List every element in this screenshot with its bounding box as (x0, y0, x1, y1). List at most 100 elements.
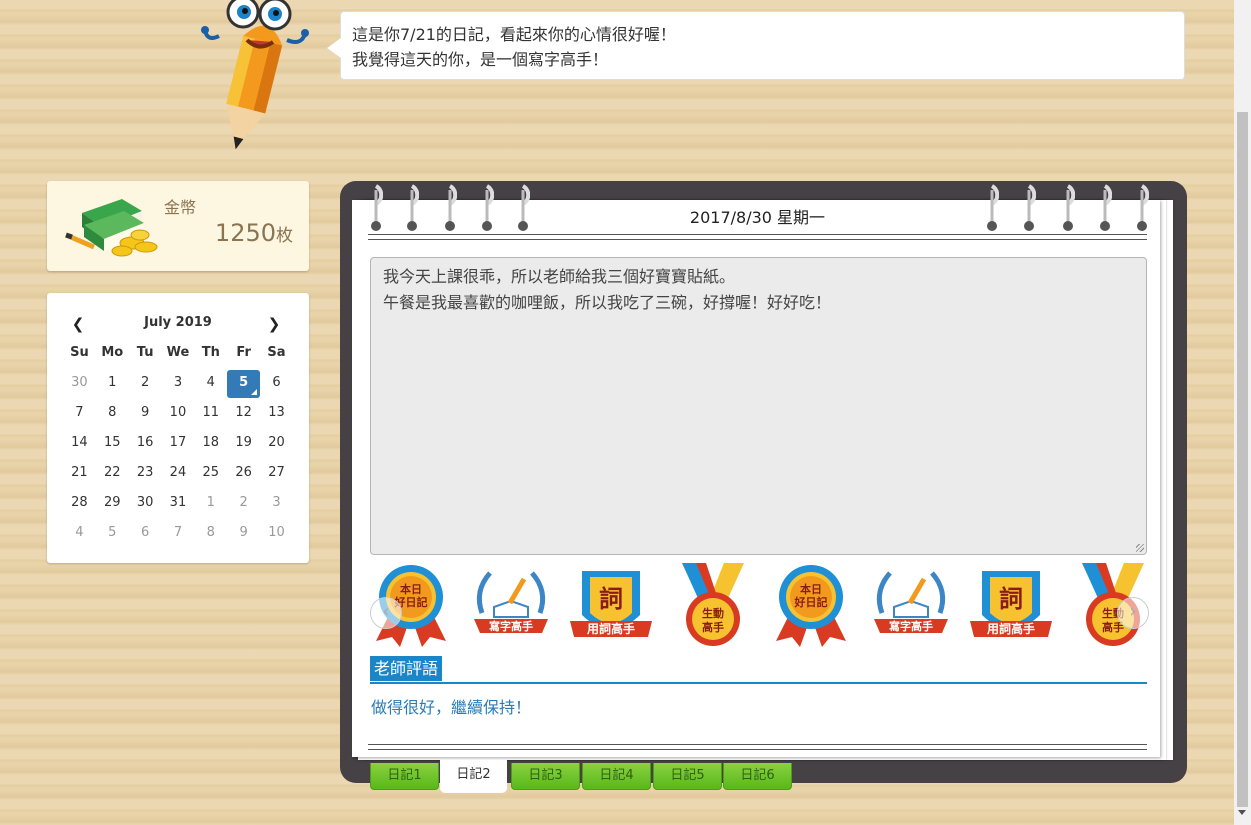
writing-master-badge-icon: 寫字高手 (474, 571, 548, 633)
calendar-day[interactable]: 26 (227, 459, 260, 489)
calendar-day[interactable]: 1 (194, 489, 227, 519)
calendar-day[interactable]: 13 (260, 399, 293, 429)
calendar-day[interactable]: 9 (227, 519, 260, 549)
diary-text-area[interactable]: 我今天上課很乖，所以老師給我三個好寶寶貼紙。 午餐是我最喜歡的咖哩飯，所以我吃了… (370, 257, 1147, 555)
calendar-day[interactable]: 10 (162, 399, 195, 429)
badge-label: 本日 (400, 582, 422, 596)
comment-divider (370, 682, 1147, 684)
diary-line-2: 午餐是我最喜歡的咖哩飯，所以我吃了三碗，好撐喔！好好吃！ (383, 293, 832, 312)
calendar-day[interactable]: 27 (260, 459, 293, 489)
weekday-header-row: Su Mo Tu We Th Fr Sa (63, 339, 293, 369)
pencil-mascot-image (201, 0, 309, 150)
teacher-comment-title: 老師評語 (370, 656, 443, 681)
resize-handle[interactable] (1136, 544, 1144, 552)
calendar-day[interactable]: 2 (129, 369, 162, 399)
chevron-right-icon[interactable]: ❯ (263, 314, 285, 334)
divider (368, 234, 1147, 240)
tab-diary-6[interactable]: 日記6 (723, 763, 792, 790)
calendar-day[interactable]: 12 (227, 399, 260, 429)
coin-label: 金幣 (164, 198, 197, 217)
badge-label: 本日 (800, 582, 822, 596)
calendar-week-row: 21 22 23 24 25 26 27 (63, 459, 293, 489)
calendar-day[interactable]: 18 (194, 429, 227, 459)
weekday-label: Tu (136, 345, 154, 360)
calendar-day[interactable]: 8 (96, 399, 129, 429)
calendar-day[interactable]: 3 (260, 489, 293, 519)
calendar-day[interactable]: 1 (96, 369, 129, 399)
calendar-day[interactable]: 23 (129, 459, 162, 489)
badge-carousel: 本日 好日記 寫字高手詞用詞高手 生動 高手 本日 好日記 寫字高手詞用詞高手 生動 高手 (370, 563, 1147, 648)
calendar-day[interactable]: 7 (162, 519, 195, 549)
vivid-master-badge-icon: 生動高手 (682, 563, 744, 646)
mascot-speech-bubble: 這是你7/21的日記，看起來你的心情很好喔！ 我覺得這天的你，是一個寫字高手！ (327, 11, 1185, 80)
calendar-day[interactable]: 30 (129, 489, 162, 519)
calendar-day[interactable]: 20 (260, 429, 293, 459)
calendar-day[interactable]: 25 (194, 459, 227, 489)
coin-amount-value: 1250 (214, 219, 276, 247)
badge-label: 用詞高手 (586, 621, 635, 636)
badge-label: 好日記 (794, 595, 828, 609)
weekday-label: Sa (267, 345, 286, 360)
calendar-day[interactable]: 9 (129, 399, 162, 429)
coin-amount-unit: 枚 (276, 226, 293, 246)
calendar-day[interactable]: 17 (162, 429, 195, 459)
calendar-day[interactable]: 6 (129, 519, 162, 549)
calendar-day[interactable]: 31 (162, 489, 195, 519)
tab-diary-3[interactable]: 日記3 (511, 763, 580, 790)
weekday-label: Su (70, 345, 89, 360)
calendar-panel: ❮ July 2019 ❯ Su Mo Tu We Th Fr Sa 30 1 2 3 4 5 6 7 8 9 1… (47, 293, 309, 563)
calendar-day[interactable]: 10 (260, 519, 293, 549)
calendar-day[interactable]: 28 (63, 489, 96, 519)
tab-diary-4[interactable]: 日記4 (582, 763, 651, 790)
speech-line-1: 這是你7/21的日記，看起來你的心情很好喔！ (352, 25, 676, 44)
calendar-day[interactable]: 8 (194, 519, 227, 549)
carousel-next-button[interactable]: › (1117, 597, 1149, 629)
calendar-day[interactable]: 21 (63, 459, 96, 489)
calendar-week-row: 7 8 9 10 11 12 13 (63, 399, 293, 429)
badge-label: 高手 (702, 620, 724, 634)
tab-diary-2[interactable]: 日記2 (440, 760, 507, 793)
calendar-header: ❮ July 2019 ❯ (63, 311, 293, 335)
vocabulary-master-badge-icon: 詞用詞高手 (570, 571, 652, 637)
calendar-day[interactable]: 3 (162, 369, 195, 399)
scrollbar[interactable] (1234, 0, 1251, 825)
badge-label: 寫字高手 (489, 619, 533, 633)
writing-master-badge-icon: 寫字高手 (874, 571, 948, 633)
calendar-day[interactable]: 4 (63, 519, 96, 549)
calendar-week-row: 14 15 16 17 18 19 20 (63, 429, 293, 459)
tab-diary-1[interactable]: 日記1 (370, 763, 439, 790)
calendar-day[interactable]: 30 (63, 369, 96, 399)
calendar-day[interactable]: 2 (227, 489, 260, 519)
calendar-grid: Su Mo Tu We Th Fr Sa 30 1 2 3 4 5 6 7 8 9 10 11 12 13 14 15 16 1… (63, 339, 293, 549)
calendar-day[interactable]: 19 (227, 429, 260, 459)
carousel-prev-button[interactable]: ‹ (370, 597, 402, 629)
calendar-day[interactable]: 11 (194, 399, 227, 429)
calendar-month-title[interactable]: July 2019 (63, 315, 293, 330)
calendar-day[interactable]: 16 (129, 429, 162, 459)
vocabulary-master-badge-icon: 詞用詞高手 (970, 571, 1052, 637)
calendar-day[interactable]: 7 (63, 399, 96, 429)
calendar-day[interactable]: 5 (227, 370, 261, 398)
calendar-week-row: 4 5 6 7 8 9 10 (63, 519, 293, 549)
tab-diary-5[interactable]: 日記5 (653, 763, 722, 790)
badge-label: 用詞高手 (986, 621, 1035, 636)
calendar-day[interactable]: 22 (96, 459, 129, 489)
badge-label: 生動 (702, 606, 724, 620)
daily-diary-badge-icon: 本日好日記 (776, 565, 846, 647)
diary-date: 2017/8/30 星期一 (689, 208, 826, 227)
badge-label: 寫字高手 (889, 619, 933, 633)
weekday-label: We (166, 345, 190, 360)
badge-label: 詞 (599, 585, 623, 613)
scrollbar-thumb[interactable] (1237, 112, 1248, 807)
weekday-label: Fr (236, 345, 251, 360)
calendar-day[interactable]: 14 (63, 429, 96, 459)
calendar-day[interactable]: 24 (162, 459, 195, 489)
calendar-day[interactable]: 15 (96, 429, 129, 459)
scroll-down-arrow-icon[interactable] (1238, 810, 1246, 815)
diary-line-1: 我今天上課很乖，所以老師給我三個好寶寶貼紙。 (383, 267, 736, 286)
calendar-day[interactable]: 5 (96, 519, 129, 549)
calendar-day[interactable]: 6 (260, 369, 293, 399)
calendar-day[interactable]: 4 (194, 369, 227, 399)
calendar-day[interactable]: 29 (96, 489, 129, 519)
calendar-week-row: 30 1 2 3 4 5 6 (63, 369, 293, 399)
